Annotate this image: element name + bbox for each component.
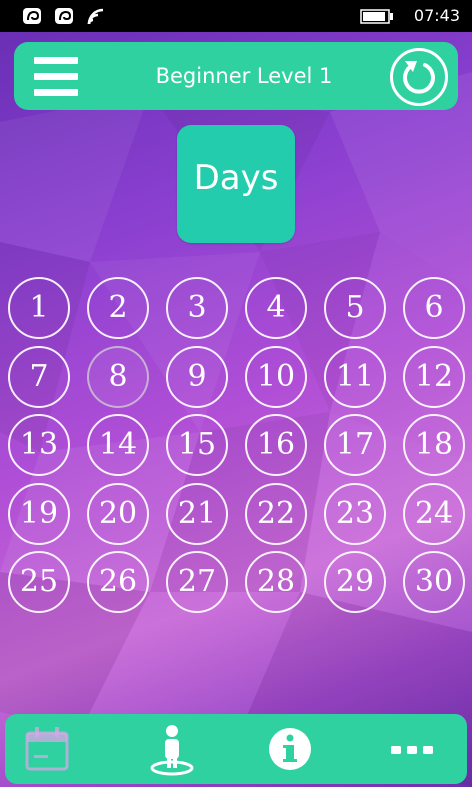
menu-button[interactable] [34, 56, 78, 96]
day-23-button[interactable]: 23 [324, 482, 386, 545]
day-21-button[interactable]: 21 [166, 482, 228, 545]
app-screen: Beginner Level 1 Days 1 2 3 4 5 6 7 8 9 10 11 12 13 1… [0, 32, 472, 787]
notification-icon [23, 8, 41, 24]
calendar-button[interactable] [21, 722, 75, 776]
day-13-button[interactable]: 13 [8, 414, 70, 476]
day-22-button[interactable]: 22 [245, 482, 307, 545]
day-9-button[interactable]: 9 [166, 345, 228, 408]
notification-icon [55, 8, 73, 24]
day-14-button[interactable]: 14 [87, 414, 149, 476]
day-3-button[interactable]: 3 [166, 277, 228, 339]
day-30-button[interactable]: 30 [403, 551, 465, 613]
bottom-app-bar [5, 714, 467, 784]
clock: 07:43 [413, 6, 460, 25]
page-title: Beginner Level 1 [155, 64, 333, 88]
day-20-button[interactable]: 20 [87, 482, 149, 545]
refresh-button[interactable] [390, 48, 448, 106]
days-title-tile: Days [177, 125, 295, 243]
day-28-button[interactable]: 28 [245, 551, 307, 613]
day-5-button[interactable]: 5 [324, 277, 386, 339]
day-12-button[interactable]: 12 [403, 345, 465, 408]
calendar-icon [25, 727, 69, 771]
status-bar: 07:43 [0, 0, 472, 32]
day-4-button[interactable]: 4 [245, 277, 307, 339]
wifi-icon [87, 8, 104, 25]
day-27-button[interactable]: 27 [166, 551, 228, 613]
top-bar: Beginner Level 1 [14, 42, 458, 110]
day-17-button[interactable]: 17 [324, 414, 386, 476]
battery-icon [360, 9, 393, 24]
user-position-button[interactable] [145, 722, 199, 776]
hamburger-menu-line [34, 73, 78, 80]
day-25-button[interactable]: 25 [8, 551, 70, 613]
info-icon [269, 728, 311, 770]
day-1-button[interactable]: 1 [8, 277, 70, 339]
day-29-button[interactable]: 29 [324, 551, 386, 613]
day-15-button[interactable]: 15 [166, 414, 228, 476]
day-24-button[interactable]: 24 [403, 482, 465, 545]
more-icon [391, 746, 433, 754]
info-button[interactable] [263, 722, 317, 776]
day-7-button[interactable]: 7 [8, 345, 70, 408]
day-18-button[interactable]: 18 [403, 414, 465, 476]
more-button[interactable] [385, 722, 439, 776]
day-19-button[interactable]: 19 [8, 482, 70, 545]
day-grid: 1 2 3 4 5 6 7 8 9 10 11 12 13 14 15 16 17 18 19 20 21 22 23 24 2… [8, 277, 465, 617]
user-position-icon [150, 725, 194, 776]
day-8-button[interactable]: 8 [87, 345, 149, 408]
refresh-icon [403, 61, 435, 94]
hamburger-menu-line [34, 89, 78, 96]
hamburger-menu-icon [34, 57, 78, 64]
day-11-button[interactable]: 11 [324, 345, 386, 408]
day-16-button[interactable]: 16 [245, 414, 307, 476]
day-26-button[interactable]: 26 [87, 551, 149, 613]
day-2-button[interactable]: 2 [87, 277, 149, 339]
day-6-button[interactable]: 6 [403, 277, 465, 339]
day-10-button[interactable]: 10 [245, 345, 307, 408]
